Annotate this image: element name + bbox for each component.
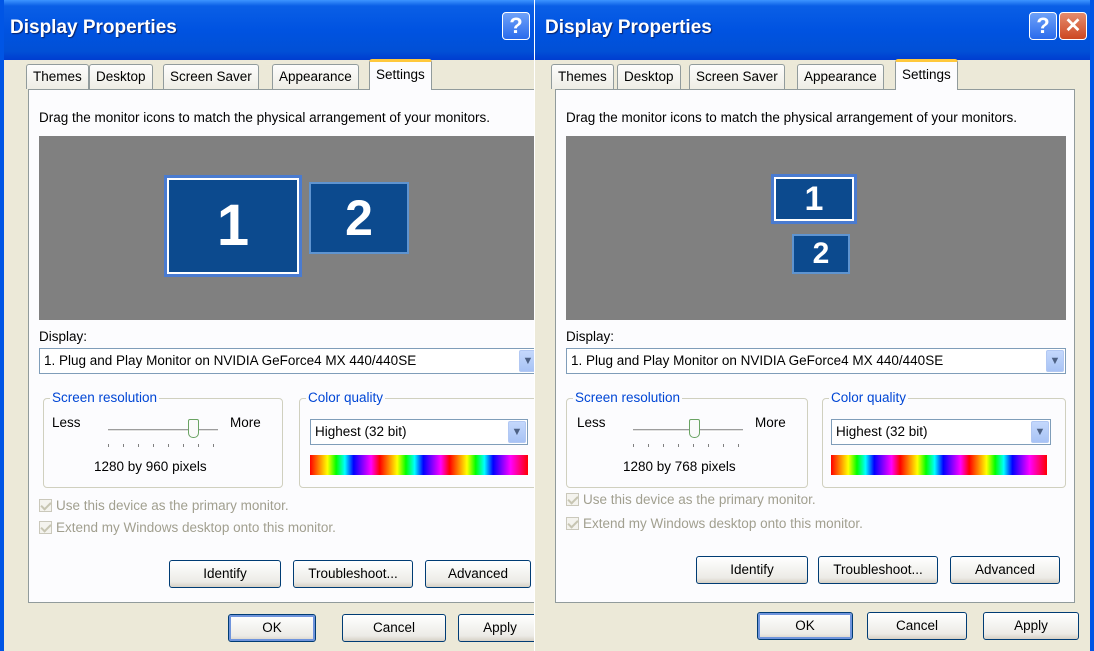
window-frame [1090, 0, 1094, 651]
apply-button[interactable]: Apply [458, 614, 534, 642]
extend-desktop-checkbox[interactable]: Extend my Windows desktop onto this moni… [39, 520, 336, 535]
resolution-less-label: Less [577, 415, 606, 430]
tab-screen-saver[interactable]: Screen Saver [163, 64, 259, 89]
color-quality-group: Color quality Highest (32 bit) ▼ [822, 390, 1066, 488]
checkbox-checked-icon[interactable] [566, 517, 579, 530]
extend-desktop-label: Extend my Windows desktop onto this moni… [56, 520, 336, 535]
tab-screen-saver[interactable]: Screen Saver [689, 64, 785, 89]
primary-monitor-label: Use this device as the primary monitor. [56, 498, 289, 513]
color-spectrum-bar [310, 455, 528, 475]
resolution-slider-track[interactable] [108, 429, 218, 432]
identify-button[interactable]: Identify [696, 556, 808, 584]
display-dropdown[interactable]: 1. Plug and Play Monitor on NVIDIA GeFor… [566, 348, 1066, 374]
resolution-slider-thumb[interactable] [689, 419, 701, 438]
advanced-button[interactable]: Advanced [950, 556, 1060, 584]
tab-settings[interactable]: Settings [369, 59, 432, 90]
tab-settings[interactable]: Settings [895, 59, 958, 90]
chevron-down-icon[interactable]: ▼ [1046, 350, 1064, 372]
title-bar[interactable]: Display Properties ? [0, 0, 534, 60]
screen-resolution-group: Screen resolution Less More 1280 by 960 … [43, 390, 283, 488]
extend-desktop-label: Extend my Windows desktop onto this moni… [583, 516, 863, 531]
color-quality-title: Color quality [829, 390, 909, 405]
resolution-less-label: Less [52, 415, 81, 430]
title-bar[interactable]: Display Properties ? ✕ [535, 0, 1094, 60]
identify-button[interactable]: Identify [169, 560, 281, 588]
troubleshoot-button[interactable]: Troubleshoot... [293, 560, 413, 588]
tab-themes[interactable]: Themes [551, 64, 614, 89]
display-label: Display: [39, 329, 88, 344]
checkbox-checked-icon[interactable] [566, 493, 579, 506]
resolution-value: 1280 by 960 pixels [94, 459, 207, 474]
tab-desktop[interactable]: Desktop [89, 64, 153, 89]
chevron-down-icon[interactable]: ▼ [508, 421, 526, 443]
settings-panel: Drag the monitor icons to match the phys… [555, 89, 1075, 603]
checkbox-checked-icon[interactable] [39, 521, 52, 534]
checkbox-checked-icon[interactable] [39, 499, 52, 512]
chevron-down-icon[interactable]: ▼ [1031, 421, 1049, 443]
primary-monitor-checkbox[interactable]: Use this device as the primary monitor. [566, 492, 816, 507]
resolution-slider-ticks [108, 444, 218, 448]
primary-monitor-checkbox[interactable]: Use this device as the primary monitor. [39, 498, 289, 513]
display-dropdown[interactable]: 1. Plug and Play Monitor on NVIDIA GeFor… [39, 348, 534, 374]
display-label: Display: [566, 329, 615, 344]
window-title: Display Properties [545, 17, 712, 38]
display-properties-window-right: Display Properties ? ✕ Themes Desktop Sc… [535, 0, 1094, 651]
tab-appearance[interactable]: Appearance [272, 64, 359, 89]
window-title: Display Properties [10, 17, 177, 38]
display-properties-window-left: Display Properties ? Themes Desktop Scre… [0, 0, 534, 651]
cancel-button[interactable]: Cancel [867, 612, 967, 640]
color-spectrum-bar [831, 455, 1047, 475]
troubleshoot-button[interactable]: Troubleshoot... [818, 556, 938, 584]
tab-appearance[interactable]: Appearance [797, 64, 884, 89]
tab-strip: Themes Desktop Screen Saver Appearance S… [0, 58, 534, 90]
color-quality-dropdown[interactable]: Highest (32 bit) ▼ [831, 419, 1051, 445]
settings-panel: Drag the monitor icons to match the phys… [28, 89, 534, 603]
instruction-text: Drag the monitor icons to match the phys… [566, 110, 1017, 125]
cancel-button[interactable]: Cancel [342, 614, 446, 642]
color-quality-group: Color quality Highest (32 bit) ▼ [299, 390, 534, 488]
ok-button[interactable]: OK [228, 614, 316, 642]
tab-themes[interactable]: Themes [26, 64, 89, 89]
advanced-button[interactable]: Advanced [425, 560, 531, 588]
display-dropdown-value: 1. Plug and Play Monitor on NVIDIA GeFor… [44, 353, 417, 368]
monitor-2-icon[interactable]: 2 [792, 234, 850, 274]
monitor-2-icon[interactable]: 2 [309, 182, 409, 254]
monitor-1-icon[interactable]: 1 [771, 174, 857, 224]
screen-resolution-title: Screen resolution [50, 390, 160, 405]
color-quality-dropdown[interactable]: Highest (32 bit) ▼ [310, 419, 528, 445]
screen-resolution-group: Screen resolution Less More 1280 by 768 … [566, 390, 808, 488]
resolution-value: 1280 by 768 pixels [623, 459, 736, 474]
resolution-more-label: More [230, 415, 261, 430]
instruction-text: Drag the monitor icons to match the phys… [39, 110, 490, 125]
color-quality-title: Color quality [306, 390, 386, 405]
primary-monitor-label: Use this device as the primary monitor. [583, 492, 816, 507]
color-quality-value: Highest (32 bit) [836, 424, 928, 439]
display-dropdown-value: 1. Plug and Play Monitor on NVIDIA GeFor… [571, 353, 944, 368]
monitor-1-icon[interactable]: 1 [164, 175, 302, 277]
help-button[interactable]: ? [1029, 12, 1057, 40]
resolution-slider-thumb[interactable] [188, 419, 200, 438]
color-quality-value: Highest (32 bit) [315, 424, 407, 439]
resolution-slider-track[interactable] [633, 429, 743, 432]
monitor-arrangement-area[interactable]: 1 2 [39, 136, 534, 320]
resolution-more-label: More [755, 415, 786, 430]
monitor-arrangement-area[interactable]: 1 2 [566, 136, 1066, 320]
screen-resolution-title: Screen resolution [573, 390, 683, 405]
ok-button[interactable]: OK [757, 612, 853, 640]
help-button[interactable]: ? [502, 12, 530, 40]
chevron-down-icon[interactable]: ▼ [519, 350, 534, 372]
close-button[interactable]: ✕ [1059, 12, 1087, 40]
apply-button[interactable]: Apply [983, 612, 1079, 640]
tab-desktop[interactable]: Desktop [617, 64, 681, 89]
extend-desktop-checkbox[interactable]: Extend my Windows desktop onto this moni… [566, 516, 863, 531]
tab-strip: Themes Desktop Screen Saver Appearance S… [535, 58, 1094, 90]
resolution-slider-ticks [633, 444, 743, 448]
window-frame [0, 0, 4, 651]
